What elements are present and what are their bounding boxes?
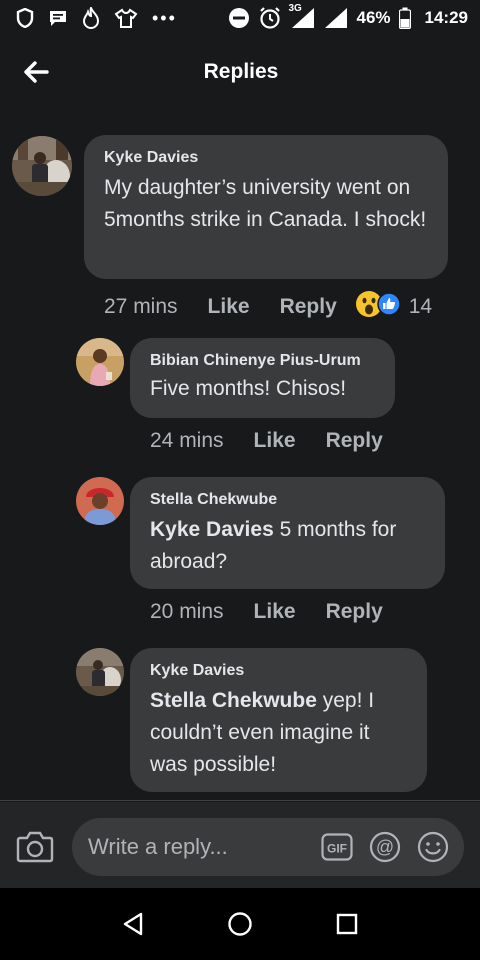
reply-input-placeholder[interactable]: Write a reply... bbox=[88, 834, 228, 860]
signal-icon bbox=[324, 7, 348, 29]
network-type-label: 3G bbox=[288, 3, 302, 14]
comment-author[interactable]: Kyke Davies bbox=[150, 662, 407, 680]
comment-author[interactable]: Kyke Davies bbox=[104, 149, 428, 167]
comment-actions: 24 mins Like Reply bbox=[150, 429, 413, 453]
comment-time[interactable]: 20 mins bbox=[150, 600, 224, 624]
battery-icon bbox=[398, 7, 411, 29]
at-icon[interactable]: @ bbox=[368, 830, 402, 864]
alarm-icon bbox=[258, 6, 282, 30]
comment-bubble: Kyke Davies My daughter’s university wen… bbox=[84, 135, 448, 279]
status-bar: ••• 3G 46% 14:29 bbox=[0, 0, 480, 36]
message-icon bbox=[48, 9, 68, 27]
dnd-icon bbox=[228, 7, 250, 29]
flame-app-icon bbox=[82, 7, 100, 29]
avatar[interactable] bbox=[76, 648, 124, 696]
shield-icon bbox=[16, 8, 34, 28]
like-button[interactable]: Like bbox=[208, 295, 250, 319]
avatar[interactable] bbox=[76, 477, 124, 525]
like-button[interactable]: Like bbox=[254, 429, 296, 453]
comment-author[interactable]: Stella Chekwube bbox=[150, 491, 425, 509]
signal-3g-icon: 3G bbox=[288, 3, 316, 29]
comment-actions: 20 mins Like Reply bbox=[150, 600, 413, 624]
comment-time[interactable]: 27 mins bbox=[104, 295, 178, 319]
avatar[interactable] bbox=[12, 136, 72, 196]
reply-bar: Write a reply... GIF @ bbox=[0, 802, 480, 888]
emoji-icon[interactable] bbox=[416, 830, 450, 864]
mention-link[interactable]: Stella Chekwube bbox=[150, 689, 317, 712]
svg-text:@: @ bbox=[376, 837, 394, 857]
system-nav-bar bbox=[0, 888, 480, 960]
more-notifications-icon: ••• bbox=[152, 8, 177, 28]
mention-link[interactable]: Kyke Davies bbox=[150, 518, 274, 541]
camera-icon[interactable] bbox=[16, 830, 54, 864]
back-arrow-icon[interactable] bbox=[20, 56, 52, 88]
recents-nav-icon[interactable] bbox=[336, 913, 358, 935]
comment-text: My daughter’s university went on 5months… bbox=[104, 176, 427, 231]
reply-input[interactable]: Write a reply... GIF @ bbox=[72, 818, 464, 876]
comment-author[interactable]: Bibian Chinenye Pius-Urum bbox=[150, 352, 375, 370]
battery-percent: 46% bbox=[356, 8, 391, 27]
like-reaction-icon bbox=[377, 292, 401, 322]
divider bbox=[0, 800, 480, 801]
comment-text: Kyke Davies 5 months for abroad? bbox=[150, 514, 425, 578]
header: Replies bbox=[0, 36, 480, 108]
home-nav-icon[interactable] bbox=[227, 911, 253, 937]
comment-text: Stella Chekwube yep! I couldn’t even ima… bbox=[150, 685, 407, 781]
svg-text:GIF: GIF bbox=[327, 842, 347, 856]
comment-bubble: Bibian Chinenye Pius-Urum Five months! C… bbox=[130, 338, 395, 418]
gif-icon[interactable]: GIF bbox=[320, 830, 354, 864]
shirt-icon bbox=[114, 8, 138, 28]
avatar[interactable] bbox=[76, 338, 124, 386]
reaction-count: 14 bbox=[408, 295, 433, 318]
page-title: Replies bbox=[203, 60, 279, 83]
comment-actions: 27 mins Like Reply 14 bbox=[104, 290, 432, 324]
clock: 14:29 bbox=[424, 8, 468, 27]
reactions-summary[interactable]: 14 bbox=[355, 290, 432, 324]
reply-button[interactable]: Reply bbox=[326, 429, 383, 453]
comment-bubble: Stella Chekwube Kyke Davies 5 months for… bbox=[130, 477, 445, 589]
reply-button[interactable]: Reply bbox=[280, 295, 337, 319]
reply-button[interactable]: Reply bbox=[326, 600, 383, 624]
comment-time[interactable]: 24 mins bbox=[150, 429, 224, 453]
comment-text: Five months! Chisos! bbox=[150, 377, 347, 400]
back-nav-icon[interactable] bbox=[122, 912, 144, 936]
like-button[interactable]: Like bbox=[254, 600, 296, 624]
comment-bubble: Kyke Davies Stella Chekwube yep! I could… bbox=[130, 648, 427, 792]
